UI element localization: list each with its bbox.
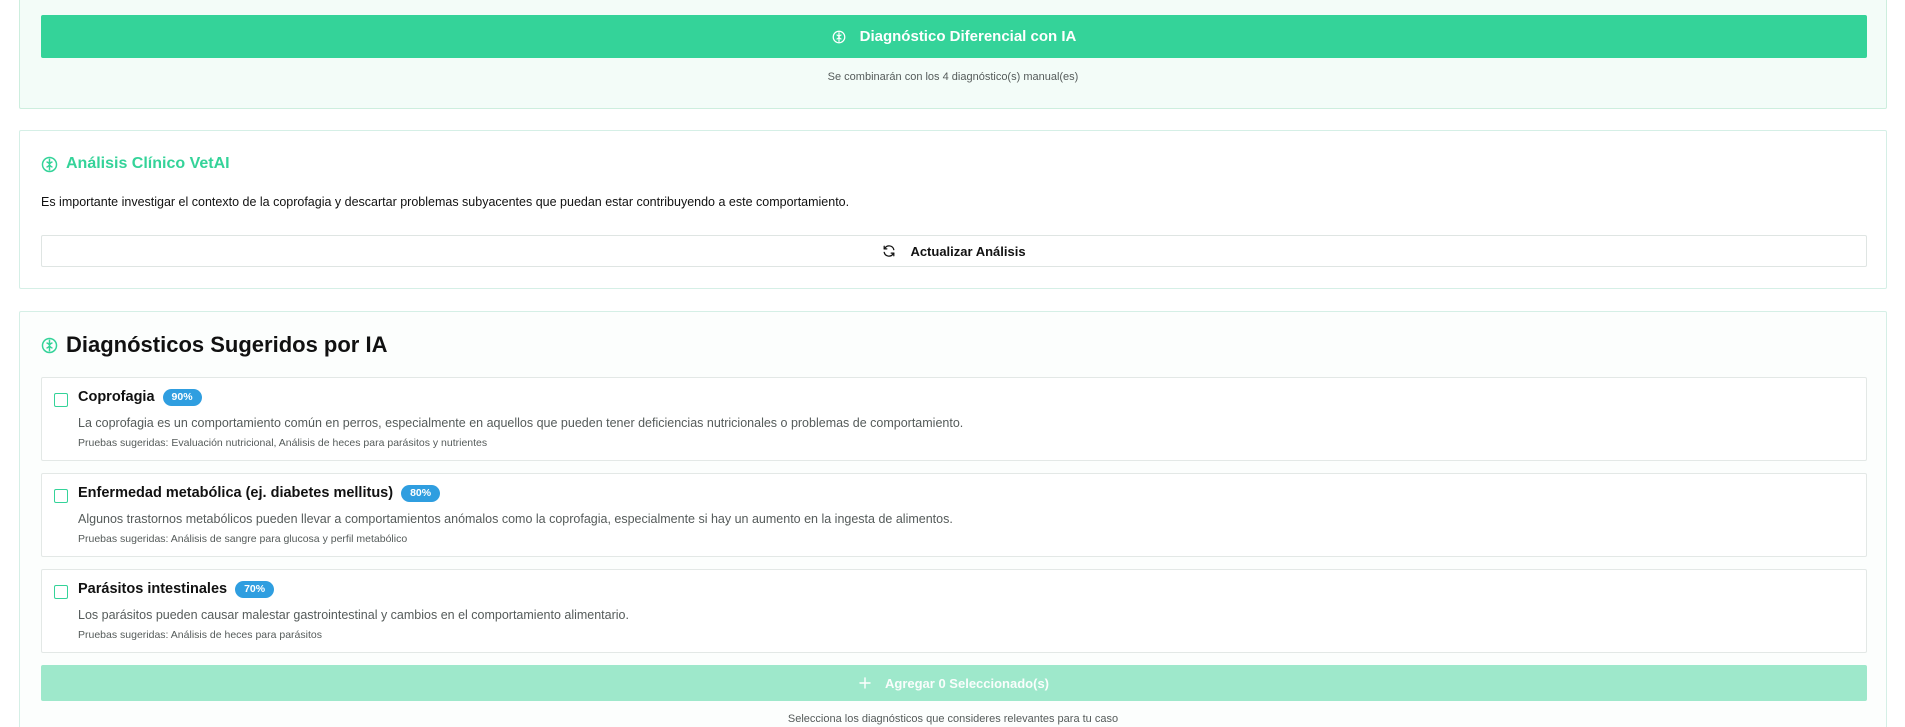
selection-hint: Selecciona los diagnósticos que consider…	[787, 713, 1119, 725]
diagnosis-description: Algunos trastornos metabólicos pueden ll…	[78, 512, 953, 526]
diagnosis-item[interactable]: Coprofagia 90% La coprofagia es un compo…	[41, 377, 1867, 461]
confidence-badge: 80%	[401, 485, 441, 502]
diagnosis-tests: Pruebas sugeridas: Análisis de sangre pa…	[78, 533, 408, 545]
suggested-diagnoses-card: Diagnósticos Sugeridos por IA Coprofagia…	[19, 311, 1887, 727]
differential-diagnosis-button[interactable]: Diagnóstico Diferencial con IA	[41, 15, 1867, 58]
add-selected-label: Agregar 0 Seleccionado(s)	[885, 675, 1049, 691]
update-analysis-button[interactable]: Actualizar Análisis	[41, 235, 1867, 267]
analysis-text: Es importante investigar el contexto de …	[41, 195, 850, 209]
diagnosis-name: Enfermedad metabólica (ej. diabetes mell…	[78, 485, 394, 502]
differential-hint: Se combinarán con los 4 diagnóstico(s) m…	[827, 71, 1079, 83]
diagnosis-item[interactable]: Enfermedad metabólica (ej. diabetes mell…	[41, 473, 1867, 557]
add-selected-button[interactable]: Agregar 0 Seleccionado(s)	[41, 665, 1867, 701]
brain-icon	[41, 337, 58, 354]
diagnosis-name: Parásitos intestinales	[78, 581, 228, 598]
differential-card: Diagnóstico Diferencial con IA Se combin…	[19, 0, 1887, 109]
plus-icon	[859, 677, 871, 689]
diagnosis-description: Los parásitos pueden causar malestar gas…	[78, 608, 629, 622]
confidence-badge: 90%	[162, 389, 202, 406]
differential-diagnosis-label: Diagnóstico Diferencial con IA	[859, 28, 1077, 45]
diagnosis-name: Coprofagia	[78, 389, 155, 406]
diagnosis-checkbox[interactable]	[54, 585, 68, 599]
analysis-title: Análisis Clínico VetAI	[66, 155, 230, 172]
brain-icon	[832, 30, 846, 44]
diagnosis-tests: Pruebas sugeridas: Evaluación nutriciona…	[78, 437, 488, 449]
confidence-badge: 70%	[235, 581, 275, 598]
diagnosis-checkbox[interactable]	[54, 489, 68, 503]
suggested-title: Diagnósticos Sugeridos por IA	[66, 332, 388, 357]
analysis-card: Análisis Clínico VetAI Es importante inv…	[19, 130, 1887, 289]
refresh-icon	[882, 244, 896, 258]
analysis-header: Análisis Clínico VetAI	[41, 155, 230, 173]
brain-icon	[41, 156, 58, 173]
update-analysis-label: Actualizar Análisis	[910, 243, 1026, 259]
diagnosis-header: Enfermedad metabólica (ej. diabetes mell…	[78, 485, 441, 502]
diagnosis-description: La coprofagia es un comportamiento común…	[78, 416, 964, 430]
diagnosis-header: Coprofagia 90%	[78, 389, 202, 406]
diagnosis-item[interactable]: Parásitos intestinales 70% Los parásitos…	[41, 569, 1867, 653]
diagnosis-checkbox[interactable]	[54, 393, 68, 407]
diagnosis-header: Parásitos intestinales 70%	[78, 581, 275, 598]
suggested-header: Diagnósticos Sugeridos por IA	[41, 332, 387, 358]
diagnosis-tests: Pruebas sugeridas: Análisis de heces par…	[78, 629, 322, 641]
